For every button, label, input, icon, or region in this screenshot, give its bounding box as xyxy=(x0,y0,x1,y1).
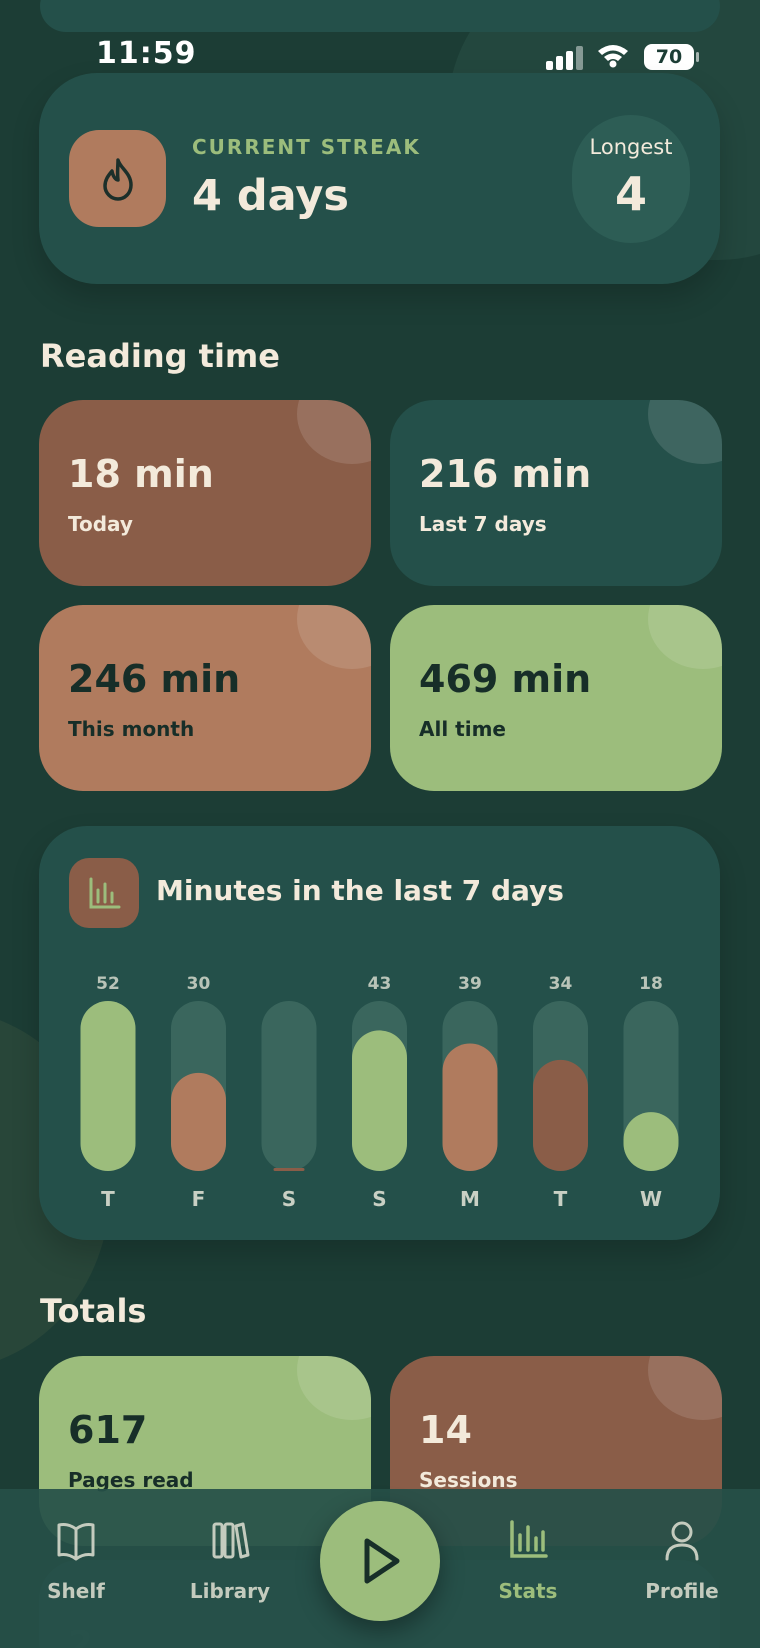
bar-chart: 52 T 30 F S 43 S 39 M 34 T 18 W xyxy=(80,974,679,1211)
streak-label: CURRENT STREAK xyxy=(192,135,421,159)
tile-label: This month xyxy=(68,717,195,741)
nav-label: Library xyxy=(189,1579,271,1603)
flame-icon xyxy=(69,130,166,227)
battery-icon: 70 xyxy=(644,44,699,70)
bar[interactable] xyxy=(623,1112,679,1171)
tile-label: Today xyxy=(68,512,133,536)
last-7-days-tile[interactable]: 216 min Last 7 days xyxy=(390,400,722,586)
bar-value-label: 18 xyxy=(639,974,663,994)
day-label: M xyxy=(460,1187,480,1211)
bar[interactable] xyxy=(80,1001,136,1171)
stats-icon xyxy=(510,1520,548,1558)
day-label: T xyxy=(101,1187,115,1211)
book-icon xyxy=(57,1523,95,1561)
bar-value-label: 30 xyxy=(187,974,211,994)
day-label: S xyxy=(282,1187,296,1211)
tile-value: 246 min xyxy=(68,657,241,701)
day-label: T xyxy=(554,1187,568,1211)
today-tile[interactable]: 18 min Today xyxy=(39,400,371,586)
longest-label: Longest xyxy=(589,135,673,159)
nav-library[interactable]: Library xyxy=(160,1489,300,1609)
day-label: W xyxy=(640,1187,662,1211)
status-bar: 11:59 70 xyxy=(0,0,760,71)
bar-value-label: 34 xyxy=(549,974,573,994)
wifi-icon xyxy=(598,45,628,68)
this-month-tile[interactable]: 246 min This month xyxy=(39,605,371,791)
signal-icon xyxy=(546,46,584,70)
nav-shelf[interactable]: Shelf xyxy=(6,1489,146,1609)
profile-icon xyxy=(665,1521,699,1561)
nav-label: Stats xyxy=(498,1579,558,1603)
streak-card[interactable]: CURRENT STREAK 4 days Longest 4 xyxy=(39,73,720,284)
nav-profile[interactable]: Profile xyxy=(612,1489,752,1609)
tile-value: 18 min xyxy=(68,452,214,496)
bar-value-label: 39 xyxy=(458,974,482,994)
tile-value: 14 xyxy=(419,1408,472,1452)
bar[interactable] xyxy=(171,1072,226,1171)
status-time: 11:59 xyxy=(96,36,197,71)
play-icon xyxy=(364,1538,400,1584)
reading-time-title: Reading time xyxy=(40,337,280,375)
minutes-chart-card: Minutes in the last 7 days 52 T 30 F S 43 S 39 M… xyxy=(39,826,720,1240)
play-button[interactable] xyxy=(320,1501,440,1621)
bar[interactable] xyxy=(352,1030,407,1171)
tile-label: Last 7 days xyxy=(419,512,547,536)
nav-label: Shelf xyxy=(47,1579,105,1603)
bar[interactable] xyxy=(442,1043,498,1172)
nav-stats[interactable]: Stats xyxy=(458,1489,598,1609)
nav-label: Profile xyxy=(645,1579,719,1603)
bar-value-label: 43 xyxy=(368,974,392,994)
streak-value: 4 days xyxy=(192,171,349,221)
longest-streak-badge: Longest 4 xyxy=(572,115,690,243)
all-time-tile[interactable]: 469 min All time xyxy=(390,605,722,791)
library-icon xyxy=(212,1522,250,1559)
tile-value: 469 min xyxy=(419,657,592,701)
bar-track xyxy=(261,1001,317,1171)
day-label: F xyxy=(192,1187,206,1211)
bar-value-label: 52 xyxy=(96,974,120,994)
totals-title: Totals xyxy=(40,1292,147,1330)
bar[interactable] xyxy=(273,1168,305,1171)
stats-screen: 11:59 70 CURRENT STREAK 4 days Longest 4… xyxy=(0,0,760,1648)
bar[interactable] xyxy=(533,1059,588,1171)
tile-value: 617 xyxy=(68,1408,148,1452)
tile-label: All time xyxy=(419,717,506,741)
tile-value: 216 min xyxy=(419,452,592,496)
longest-value: 4 xyxy=(614,167,647,221)
day-label: S xyxy=(372,1187,386,1211)
